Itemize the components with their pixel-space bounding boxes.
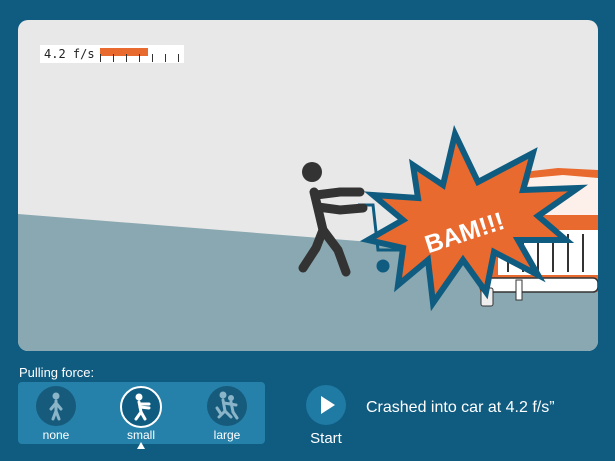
speed-value: 4.2 f/s [44, 47, 95, 61]
speed-tick [126, 54, 127, 62]
status-message: Crashed into car at 4.2 f/s” [366, 399, 555, 416]
selected-indicator-icon [137, 442, 145, 449]
standing-person-icon [49, 392, 63, 421]
speed-tick [100, 54, 101, 62]
speed-tick [139, 54, 140, 62]
speed-tick [152, 54, 153, 62]
force-option-small-circle [120, 386, 162, 428]
speed-tick [178, 54, 179, 62]
speed-meter-fill [100, 48, 148, 56]
pulling-person-icon [134, 393, 151, 421]
force-selector: none small large [18, 382, 265, 444]
force-option-none-circle [36, 386, 76, 426]
start-label: Start [310, 430, 342, 447]
simulation-scene: BAM!!! 4.2 f/s [18, 20, 598, 351]
speed-tick [165, 54, 166, 62]
force-option-none[interactable]: none [21, 382, 91, 444]
force-option-large-circle [207, 386, 247, 426]
force-option-small[interactable]: small [106, 382, 176, 444]
start-button[interactable] [306, 385, 346, 425]
speed-meter [98, 46, 182, 62]
force-option-label: none [42, 428, 70, 442]
group-pulling-icon [215, 391, 239, 420]
play-icon [321, 396, 335, 414]
speed-tick [113, 54, 114, 62]
speed-readout: 4.2 f/s [40, 45, 184, 63]
force-option-label: small [126, 428, 155, 442]
force-option-large[interactable]: large [192, 382, 262, 444]
scene-illustration: BAM!!! [18, 125, 598, 351]
force-option-label: large [213, 428, 241, 442]
force-label: Pulling force: [19, 365, 95, 380]
